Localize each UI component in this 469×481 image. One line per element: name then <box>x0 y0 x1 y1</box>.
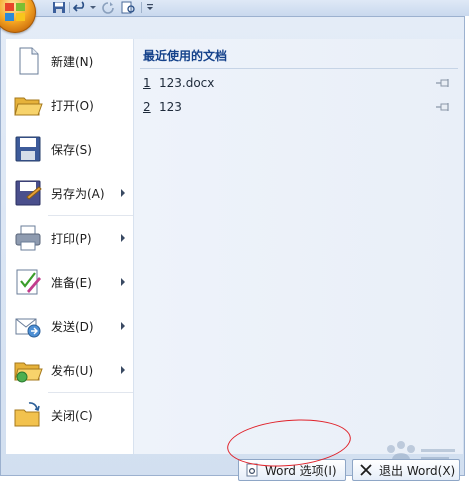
recent-documents-pane: 最近使用的文档 1 123.docx 2 123 <box>133 39 463 454</box>
send-label: 发送(D) <box>51 319 94 334</box>
submenu-arrow-icon <box>121 322 125 330</box>
submenu-arrow-icon <box>121 189 125 197</box>
save-command[interactable]: 保存(S) <box>6 127 133 171</box>
pin-icon[interactable] <box>436 78 452 88</box>
publish-folder-icon <box>14 362 43 383</box>
submenu-arrow-icon <box>121 234 125 242</box>
open-command[interactable]: 打开(O) <box>6 83 133 127</box>
exit-word-button[interactable]: 退出 Word(X) <box>352 459 460 481</box>
undo-icon[interactable] <box>73 1 87 14</box>
new-document-icon <box>19 47 39 75</box>
print-preview-icon[interactable] <box>120 1 136 14</box>
undo-dropdown-icon[interactable] <box>90 1 96 14</box>
send-command[interactable]: 发送(D) <box>6 304 133 348</box>
publish-label: 发布(U) <box>51 363 94 378</box>
new-label: 新建(N) <box>51 54 94 69</box>
recent-item-name: 123 <box>159 100 182 114</box>
prepare-document-icon <box>16 269 41 295</box>
save-as-command[interactable]: 另存为(A) <box>6 171 133 215</box>
toolbar-separator <box>141 2 142 13</box>
print-label: 打印(P) <box>51 231 92 246</box>
exit-word-label: 退出 Word(X) <box>379 463 456 478</box>
recent-item-number: 2 <box>143 100 151 114</box>
print-command[interactable]: 打印(P) <box>6 216 133 260</box>
redo-icon[interactable] <box>101 1 115 14</box>
command-list: 新建(N) 打开(O) 保存(S) 另存为(A) 打印(P) 准备(E) 发送(… <box>6 39 134 454</box>
save-label: 保存(S) <box>51 142 92 157</box>
prepare-command[interactable]: 准备(E) <box>6 260 133 304</box>
recent-document-item[interactable]: 2 123 <box>143 97 458 117</box>
save-as-label: 另存为(A) <box>51 186 105 201</box>
save-icon[interactable] <box>52 1 66 14</box>
save-disk-icon <box>15 136 41 162</box>
publish-command[interactable]: 发布(U) <box>6 348 133 392</box>
close-command[interactable]: 关闭(C) <box>6 393 133 437</box>
office-logo-icon <box>5 3 25 21</box>
recent-item-number: 1 <box>143 76 151 90</box>
recent-document-item[interactable]: 1 123.docx <box>143 73 458 93</box>
recent-documents-title: 最近使用的文档 <box>143 49 228 63</box>
prepare-label: 准备(E) <box>51 275 92 290</box>
send-mail-icon <box>15 318 41 338</box>
save-as-icon <box>15 180 42 206</box>
office-menu: 新建(N) 打开(O) 保存(S) 另存为(A) 打印(P) 准备(E) 发送(… <box>0 16 465 481</box>
submenu-arrow-icon <box>121 366 125 374</box>
open-folder-icon <box>14 97 43 116</box>
close-folder-icon <box>14 402 40 427</box>
customize-toolbar-icon[interactable] <box>146 1 154 14</box>
recent-title-divider <box>140 68 458 69</box>
printer-icon <box>15 225 41 251</box>
toolbar-separator <box>69 2 70 13</box>
pin-icon[interactable] <box>436 102 452 112</box>
new-command[interactable]: 新建(N) <box>6 39 133 83</box>
close-x-icon <box>360 464 372 476</box>
submenu-arrow-icon <box>121 278 125 286</box>
close-label: 关闭(C) <box>51 408 93 423</box>
quick-access-toolbar <box>0 0 469 16</box>
recent-item-name: 123.docx <box>159 76 215 90</box>
open-label: 打开(O) <box>51 98 94 113</box>
